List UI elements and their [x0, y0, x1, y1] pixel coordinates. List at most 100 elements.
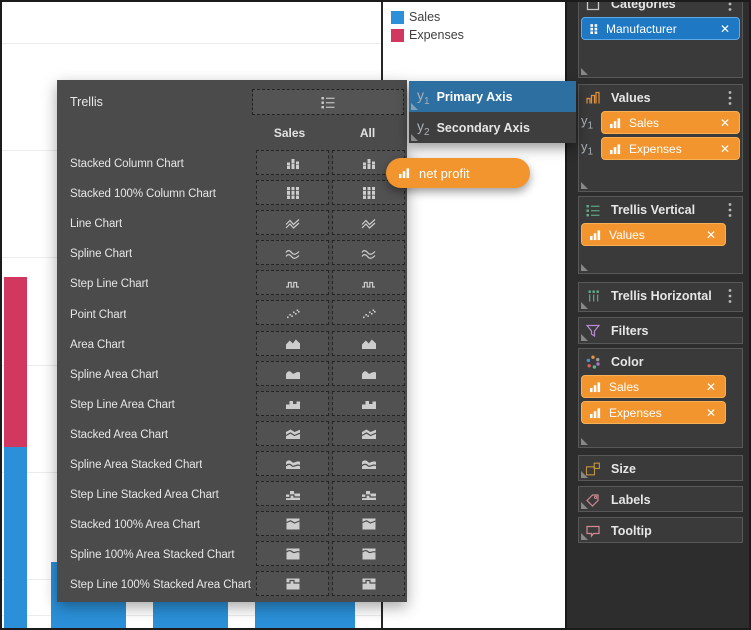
section-filters[interactable]: Filters — [578, 317, 743, 344]
chart-type-cell-all[interactable] — [332, 331, 405, 356]
chart-type-cell-sales[interactable] — [256, 210, 329, 235]
close-icon[interactable]: ✕ — [718, 142, 732, 156]
line-icon — [361, 216, 377, 230]
stacked-area-icon — [285, 426, 301, 440]
chart-type-row-area-chart: Area Chart — [57, 330, 407, 360]
spline-stacked-area-icon — [361, 456, 377, 470]
section-trellis-horizontal[interactable]: Trellis Horizontal — [578, 282, 743, 312]
chart-type-row-spline-area-chart: Spline Area Chart — [57, 360, 407, 390]
step-line-stacked-area-icon — [361, 487, 377, 501]
trellis-horizontal-icon — [585, 289, 601, 303]
section-header: Labels — [579, 487, 742, 513]
field-chip-sales[interactable]: Sales✕ — [601, 111, 740, 134]
category-icon — [585, 2, 601, 11]
stacked-100-area-icon — [361, 517, 377, 531]
chart-type-cell-sales[interactable] — [256, 481, 329, 506]
field-chip-expenses[interactable]: Expenses✕ — [601, 137, 740, 160]
section-title: Size — [611, 462, 736, 476]
stacked-100-area-icon — [285, 517, 301, 531]
section-header: Color — [579, 349, 742, 375]
chart-type-cell-sales[interactable] — [256, 240, 329, 265]
chart-type-cell-all[interactable] — [332, 240, 405, 265]
color-dots-icon — [585, 355, 601, 369]
field-chip-expenses[interactable]: Expenses✕ — [581, 401, 726, 424]
field-chip-manufacturer[interactable]: Manufacturer✕ — [581, 17, 740, 40]
section-header: Values — [579, 85, 742, 111]
chart-type-cell-sales[interactable] — [256, 541, 329, 566]
chip-row: Manufacturer✕ — [581, 17, 740, 40]
chart-type-cell-all[interactable] — [332, 391, 405, 416]
chart-type-cell-sales[interactable] — [256, 451, 329, 476]
section-menu-kebab-icon[interactable] — [724, 201, 736, 219]
section-title: Trellis Vertical — [611, 203, 724, 217]
section-trellis-vertical[interactable]: Trellis Vertical Values✕ — [578, 196, 743, 274]
section-size[interactable]: Size — [578, 455, 743, 481]
field-chip-values[interactable]: Values✕ — [581, 223, 726, 246]
chart-type-cells — [256, 391, 405, 416]
chart-type-cell-sales[interactable] — [256, 300, 329, 325]
chart-type-cell-all[interactable] — [332, 421, 405, 446]
chart-type-cell-sales[interactable] — [256, 150, 329, 175]
section-values[interactable]: Valuesy1Sales✕y1Expenses✕ — [578, 84, 743, 192]
chart-type-cell-sales[interactable] — [256, 270, 329, 295]
chart-type-cell-all[interactable] — [332, 210, 405, 235]
section-color[interactable]: ColorSales✕ Expenses✕ — [578, 348, 743, 448]
field-chip-sales[interactable]: Sales✕ — [581, 375, 726, 398]
tooltip-icon — [585, 524, 601, 538]
chart-type-cell-sales[interactable] — [256, 361, 329, 386]
chart-type-cell-sales[interactable] — [256, 180, 329, 205]
step-line-100-stacked-area-icon — [285, 577, 301, 591]
section-menu-kebab-icon[interactable] — [724, 89, 736, 107]
bars-orange-icon — [585, 91, 601, 105]
section-header: Filters — [579, 318, 742, 344]
chart-type-label: Spline Area Stacked Chart — [70, 459, 202, 471]
net-profit-chip[interactable]: net profit — [386, 158, 530, 188]
size-icon — [585, 462, 601, 476]
close-icon[interactable]: ✕ — [718, 116, 732, 130]
point-icon — [285, 306, 301, 320]
drag-chip-label: net profit — [419, 166, 470, 181]
chart-type-cell-sales[interactable] — [256, 511, 329, 536]
chart-type-cells — [256, 331, 405, 356]
axis-option-label: Secondary Axis — [437, 121, 530, 135]
step-line-area-icon — [361, 396, 377, 410]
close-icon[interactable]: ✕ — [704, 228, 718, 242]
chart-type-row-point-chart: Point Chart — [57, 299, 407, 329]
section-tooltip[interactable]: Tooltip — [578, 517, 743, 543]
chart-type-cell-all[interactable] — [332, 481, 405, 506]
chart-type-row-step-line-100-stacked-area-chart: Step Line 100% Stacked Area Chart — [57, 570, 407, 600]
chart-type-cell-all[interactable] — [332, 511, 405, 536]
chart-type-cell-all[interactable] — [332, 361, 405, 386]
chart-type-cell-sales[interactable] — [256, 391, 329, 416]
chart-type-cell-all[interactable] — [332, 270, 405, 295]
chart-type-cells — [256, 541, 405, 566]
section-header: Trellis Horizontal — [579, 283, 742, 309]
trellis-button[interactable] — [252, 89, 404, 115]
section-menu-kebab-icon[interactable] — [724, 2, 736, 13]
chart-type-cell-sales[interactable] — [256, 421, 329, 446]
chip-row: y1Sales✕ — [581, 111, 740, 134]
chart-type-cell-all[interactable] — [332, 300, 405, 325]
chart-type-label: Line Chart — [70, 218, 122, 230]
chart-type-cell-sales[interactable] — [256, 331, 329, 356]
section-header: Categories — [579, 2, 742, 17]
close-icon[interactable]: ✕ — [718, 22, 732, 36]
chart-type-cell-sales[interactable] — [256, 571, 329, 596]
axis-option-secondary-axis[interactable]: y2Secondary Axis — [409, 112, 576, 143]
trellis-label: Trellis — [70, 95, 103, 109]
axis-option-primary-axis[interactable]: y1Primary Axis — [409, 81, 576, 112]
chart-type-cells — [256, 180, 405, 205]
close-icon[interactable]: ✕ — [704, 406, 718, 420]
section-categories[interactable]: CategoriesManufacturer✕ — [578, 2, 743, 78]
field-wells-sidebar: CategoriesManufacturer✕Valuesy1Sales✕y1E… — [565, 2, 749, 628]
chart-type-label: Step Line Area Chart — [70, 399, 175, 411]
chart-type-label: Spline Area Chart — [70, 369, 158, 381]
chart-type-cell-all[interactable] — [332, 571, 405, 596]
section-menu-kebab-icon[interactable] — [724, 287, 736, 305]
chart-type-cell-all[interactable] — [332, 451, 405, 476]
close-icon[interactable]: ✕ — [704, 380, 718, 394]
chart-type-cell-all[interactable] — [332, 541, 405, 566]
chart-type-cells — [256, 421, 405, 446]
gridline — [2, 43, 381, 44]
section-labels[interactable]: Labels — [578, 486, 743, 512]
